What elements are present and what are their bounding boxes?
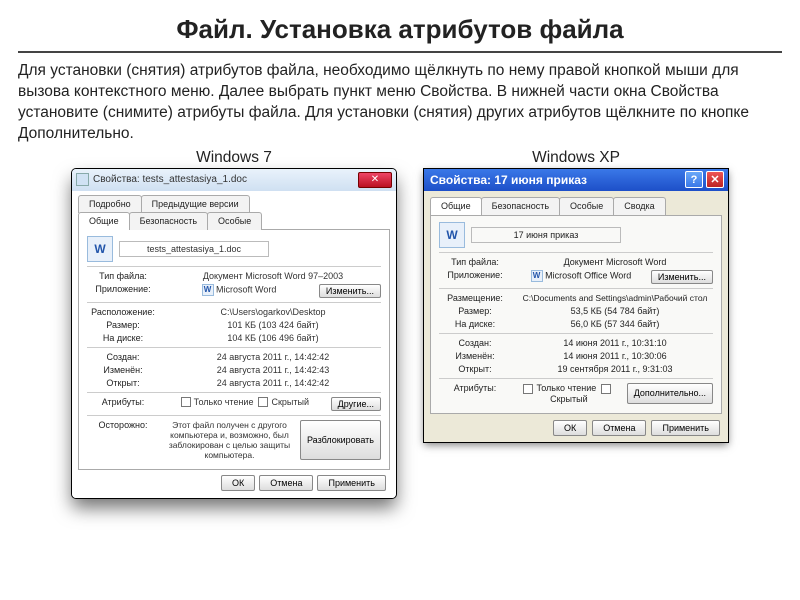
intro-text: Для установки (снятия) атрибутов файла, … <box>18 61 782 145</box>
label-size: Размер: <box>87 320 159 330</box>
hidden-checkbox[interactable] <box>258 397 268 407</box>
unblock-button[interactable]: Разблокировать <box>300 420 381 461</box>
label-location: Расположение: <box>87 307 159 317</box>
label-size: Размер: <box>439 306 511 316</box>
value-modified: 14 июня 2011 г., 10:30:06 <box>517 351 713 361</box>
tab-security[interactable]: Безопасность <box>129 212 208 230</box>
apply-button[interactable]: Применить <box>651 420 720 436</box>
label-app: Приложение: <box>87 284 159 298</box>
readonly-label: Только чтение <box>536 383 596 393</box>
tab-general[interactable]: Общие <box>430 197 482 215</box>
hidden-label: Скрытый <box>271 397 309 407</box>
cancel-button[interactable]: Отмена <box>592 420 646 436</box>
hidden-checkbox[interactable] <box>601 384 611 394</box>
value-created: 24 августа 2011 г., 14:42:42 <box>165 352 381 362</box>
readonly-checkbox[interactable] <box>181 397 191 407</box>
tab-summary[interactable]: Сводка <box>613 197 665 215</box>
advanced-button[interactable]: Дополнительно... <box>627 383 713 404</box>
page-title: Файл. Установка атрибутов файла <box>18 14 782 53</box>
other-attributes-button[interactable]: Другие... <box>331 397 381 411</box>
value-size: 53,5 КБ (54 784 байт) <box>517 306 713 316</box>
apply-button[interactable]: Применить <box>317 475 386 491</box>
win7-dialog: Свойства: tests_attestasiya_1.doc ✕ Подр… <box>72 169 396 499</box>
warn-text: Этот файл получен с другого компьютера и… <box>165 420 294 461</box>
value-type: Документ Microsoft Word <box>517 257 713 267</box>
win7-label: Windows 7 <box>72 149 396 167</box>
tab-details[interactable]: Подробно <box>78 195 142 213</box>
value-disk: 104 КБ (106 496 байт) <box>165 333 381 343</box>
label-opened: Открыт: <box>439 364 511 374</box>
value-app: W Microsoft Office Word <box>517 270 645 284</box>
value-opened: 19 сентября 2011 г., 9:31:03 <box>517 364 713 374</box>
change-app-button[interactable]: Изменить... <box>319 284 381 298</box>
value-modified: 24 августа 2011 г., 14:42:43 <box>165 365 381 375</box>
xp-tabs: Общие Безопасность Особые Сводка <box>430 197 722 215</box>
label-disk: На диске: <box>87 333 159 343</box>
win7-title-text: Свойства: tests_attestasiya_1.doc <box>93 174 247 185</box>
xp-titlebar[interactable]: Свойства: 17 июня приказ ? ✕ <box>424 169 728 191</box>
value-location: C:\Documents and Settings\admin\Рабочий … <box>517 293 713 303</box>
label-type: Тип файла: <box>439 257 511 267</box>
app-icon <box>76 173 89 186</box>
label-attributes: Атрибуты: <box>439 383 511 404</box>
word-icon: W <box>439 222 465 248</box>
tab-special[interactable]: Особые <box>559 197 614 215</box>
winxp-label: Windows XP <box>424 149 728 167</box>
help-icon[interactable]: ? <box>685 171 703 188</box>
tab-general[interactable]: Общие <box>78 212 130 230</box>
readonly-label: Только чтение <box>194 397 254 407</box>
tab-prev-versions[interactable]: Предыдущие версии <box>141 195 250 213</box>
win7-tabs-row2: Общие Безопасность Особые <box>78 212 390 230</box>
label-app: Приложение: <box>439 270 511 284</box>
label-warning: Осторожно: <box>87 420 159 461</box>
close-icon[interactable]: ✕ <box>358 172 392 188</box>
win7-titlebar[interactable]: Свойства: tests_attestasiya_1.doc ✕ <box>72 169 396 191</box>
value-location: C:\Users\ogarkov\Desktop <box>165 307 381 317</box>
value-disk: 56,0 КБ (57 344 байт) <box>517 319 713 329</box>
filename-field[interactable]: tests_attestasiya_1.doc <box>119 241 269 257</box>
winxp-dialog: Свойства: 17 июня приказ ? ✕ Общие Безоп… <box>424 169 728 442</box>
label-disk: На диске: <box>439 319 511 329</box>
label-attributes: Атрибуты: <box>87 397 159 411</box>
tab-special[interactable]: Особые <box>207 212 262 230</box>
filename-field[interactable]: 17 июня приказ <box>471 227 621 243</box>
ok-button[interactable]: ОК <box>221 475 255 491</box>
value-app: W Microsoft Word <box>165 284 313 298</box>
label-created: Создан: <box>439 338 511 348</box>
close-icon[interactable]: ✕ <box>706 171 724 188</box>
value-type: Документ Microsoft Word 97–2003 <box>165 271 381 281</box>
label-created: Создан: <box>87 352 159 362</box>
cancel-button[interactable]: Отмена <box>259 475 313 491</box>
value-size: 101 КБ (103 424 байт) <box>165 320 381 330</box>
label-location: Размещение: <box>439 293 511 303</box>
win7-tabs-row1: Подробно Предыдущие версии <box>78 195 390 213</box>
tab-security[interactable]: Безопасность <box>481 197 560 215</box>
xp-title-text: Свойства: 17 июня приказ <box>430 173 587 187</box>
value-created: 14 июня 2011 г., 10:31:10 <box>517 338 713 348</box>
change-app-button[interactable]: Изменить... <box>651 270 713 284</box>
label-opened: Открыт: <box>87 378 159 388</box>
readonly-checkbox[interactable] <box>523 384 533 394</box>
word-icon: W <box>87 236 113 262</box>
ok-button[interactable]: ОК <box>553 420 587 436</box>
value-opened: 24 августа 2011 г., 14:42:42 <box>165 378 381 388</box>
label-type: Тип файла: <box>87 271 159 281</box>
label-modified: Изменён: <box>439 351 511 361</box>
label-modified: Изменён: <box>87 365 159 375</box>
hidden-label: Скрытый <box>550 394 588 404</box>
